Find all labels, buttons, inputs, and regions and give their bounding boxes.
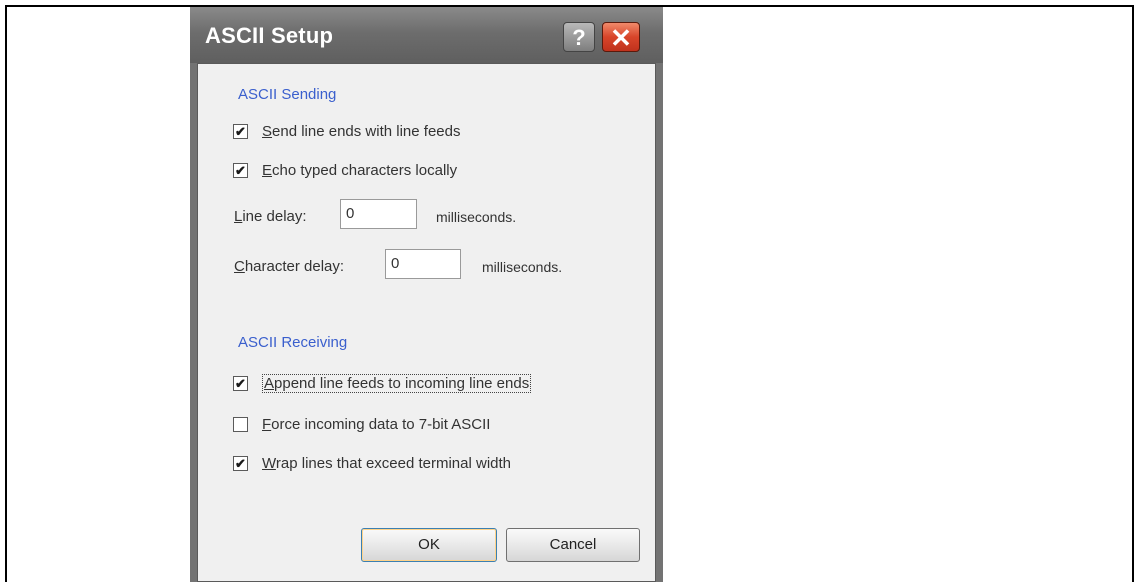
title-bar[interactable]: ASCII Setup ? ✕ (190, 7, 663, 63)
echo-typed-label: Echo typed characters locally (262, 162, 458, 179)
character-delay-label: Character delay: (234, 258, 345, 275)
force-7bit-checkbox[interactable] (233, 417, 248, 432)
wrap-lines-checkbox[interactable]: ✔ (233, 456, 248, 471)
send-line-ends-label: Send line ends with line feeds (262, 123, 461, 140)
append-line-feeds-checkbox[interactable]: ✔ (233, 376, 248, 391)
cancel-button[interactable]: Cancel (506, 528, 640, 562)
line-delay-unit: milliseconds. (436, 209, 517, 225)
character-delay-input[interactable]: 0 (385, 249, 461, 279)
line-delay-input[interactable]: 0 (340, 199, 417, 229)
character-delay-unit: milliseconds. (482, 259, 563, 275)
dialog-client-area: ASCII Sending ✔ Send line ends with line… (197, 63, 656, 582)
line-delay-label: Line delay: (234, 208, 307, 225)
force-7bit-row[interactable]: Force incoming data to 7-bit ASCII (233, 416, 490, 433)
append-line-feeds-row[interactable]: ✔ Append line feeds to incoming line end… (233, 374, 532, 393)
help-button[interactable]: ? (563, 22, 595, 52)
append-line-feeds-label: Append line feeds to incoming line ends (262, 374, 532, 393)
echo-typed-checkbox[interactable]: ✔ (233, 163, 248, 178)
echo-typed-row[interactable]: ✔ Echo typed characters locally (233, 162, 457, 179)
ok-button[interactable]: OK (361, 528, 497, 562)
wrap-lines-row[interactable]: ✔ Wrap lines that exceed terminal width (233, 455, 511, 472)
ascii-setup-dialog: ASCII Setup ? ✕ ASCII Sending ✔ Send lin… (190, 7, 663, 582)
force-7bit-label: Force incoming data to 7-bit ASCII (262, 416, 491, 433)
ascii-sending-group-title: ASCII Sending (238, 86, 337, 103)
close-button[interactable]: ✕ (602, 22, 640, 53)
ascii-receiving-group-title: ASCII Receiving (238, 334, 348, 351)
send-line-ends-checkbox[interactable]: ✔ (233, 124, 248, 139)
send-line-ends-row[interactable]: ✔ Send line ends with line feeds (233, 123, 460, 140)
dialog-title: ASCII Setup (205, 23, 334, 48)
wrap-lines-label: Wrap lines that exceed terminal width (262, 455, 512, 472)
